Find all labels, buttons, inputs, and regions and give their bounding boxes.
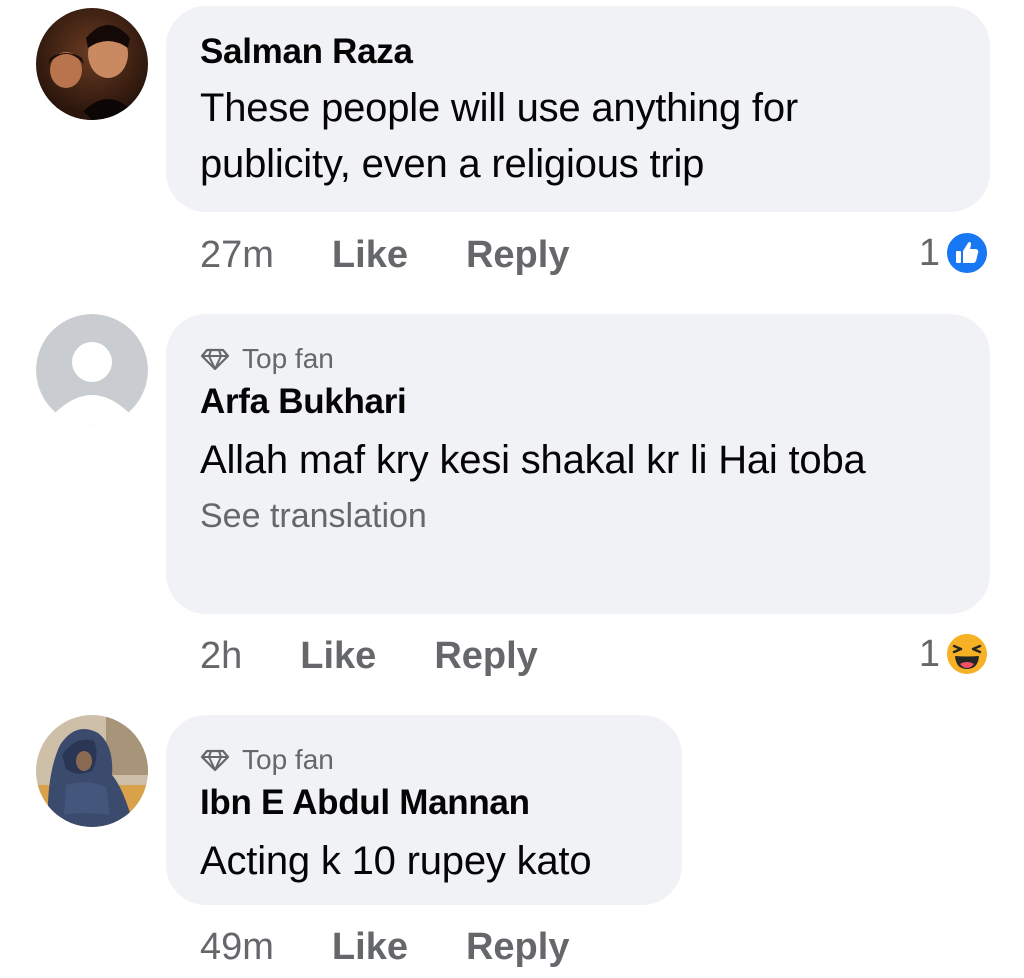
comment-text: These people will use anything for publi… — [200, 86, 799, 186]
top-fan-label: Top fan — [242, 744, 334, 775]
comment-timestamp[interactable]: 2h — [200, 635, 242, 678]
comment-bubble: Top fan Ibn E Abdul Mannan Acting k 10 r… — [166, 715, 682, 905]
comment-author[interactable]: Arfa Bukhari — [200, 380, 956, 424]
comment-timestamp[interactable]: 27m — [200, 234, 274, 277]
avatar[interactable] — [36, 8, 148, 120]
comment-timestamp[interactable]: 49m — [200, 926, 274, 969]
comment-text: Acting k 10 rupey kato — [200, 839, 592, 883]
avatar[interactable] — [36, 715, 148, 827]
diamond-icon — [200, 348, 230, 371]
top-fan-badge: Top fan — [200, 342, 956, 376]
reaction-summary[interactable]: 1 — [919, 228, 990, 278]
see-translation-link[interactable]: See translation — [200, 494, 956, 538]
haha-reaction-icon — [945, 632, 989, 676]
diamond-icon — [200, 749, 230, 772]
comment-text: Allah maf kry kesi shakal kr li Hai toba — [200, 438, 866, 482]
like-reaction-icon — [945, 231, 989, 275]
like-button[interactable]: Like — [300, 635, 376, 678]
comment-author[interactable]: Ibn E Abdul Mannan — [200, 781, 648, 825]
reply-button[interactable]: Reply — [466, 926, 569, 969]
avatar[interactable] — [36, 314, 148, 426]
comment-actions: 49m Like Reply — [200, 922, 627, 972]
comment-actions: 2h Like Reply — [200, 631, 596, 681]
default-avatar-icon — [36, 314, 148, 426]
reply-button[interactable]: Reply — [466, 234, 569, 277]
top-fan-label: Top fan — [242, 343, 334, 374]
reaction-count: 1 — [918, 632, 940, 675]
comment-actions: 27m Like Reply — [200, 230, 627, 280]
reply-button[interactable]: Reply — [434, 635, 537, 678]
reaction-count: 1 — [918, 231, 940, 274]
comment-bubble: Salman Raza These people will use anythi… — [166, 6, 990, 212]
like-button[interactable]: Like — [332, 926, 408, 969]
profile-photo-icon — [36, 715, 148, 827]
comment-author[interactable]: Salman Raza — [200, 30, 956, 74]
top-fan-badge: Top fan — [200, 743, 648, 777]
reaction-summary[interactable]: 1 — [919, 629, 990, 679]
profile-photo-icon — [36, 8, 148, 120]
like-button[interactable]: Like — [332, 234, 408, 277]
comment-bubble: Top fan Arfa Bukhari Allah maf kry kesi … — [166, 314, 990, 614]
